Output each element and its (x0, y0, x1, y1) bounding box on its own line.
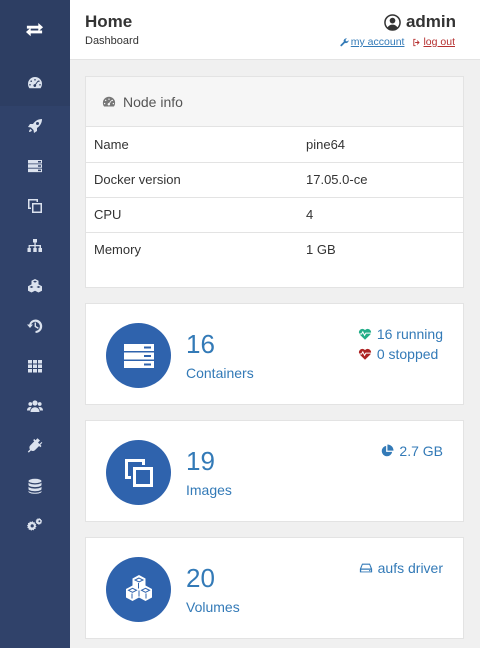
running-status: 16 running (358, 324, 443, 344)
user-circle-icon (384, 13, 401, 31)
containers-label: Containers (186, 365, 254, 381)
sidebar-item-plug[interactable] (0, 426, 70, 466)
volumes-count: 20 (186, 563, 215, 593)
table-row: Docker version 17.05.0-ce (86, 162, 463, 198)
row-label: CPU (86, 197, 306, 233)
user-links: my account log out (340, 36, 455, 48)
node-info-table: Name pine64 Docker version 17.05.0-ce CP… (86, 127, 463, 267)
row-label: Docker version (86, 162, 306, 198)
clone-icon (124, 458, 153, 487)
stopped-status: 0 stopped (358, 344, 443, 364)
containers-status: 16 running 0 stopped (358, 324, 443, 364)
row-value: pine64 (306, 127, 463, 163)
node-info-header: Node info (86, 77, 463, 127)
heartbeat-icon (358, 328, 371, 340)
node-info-title: Node info (123, 93, 183, 110)
dashboard-icon (28, 77, 42, 89)
sidebar-item-history[interactable] (0, 306, 70, 346)
grid-icon (28, 360, 42, 373)
images-label: Images (186, 482, 232, 498)
sidebar-item-database[interactable] (0, 466, 70, 506)
sidebar (0, 0, 70, 648)
my-account-link[interactable]: my account (340, 36, 405, 48)
sidebar-item-users[interactable] (0, 386, 70, 426)
log-out-link[interactable]: log out (412, 36, 455, 48)
server-icon (123, 343, 154, 368)
row-label: Memory (94, 242, 141, 258)
plug-icon (27, 438, 43, 453)
images-size-value: 2.7 GB (399, 443, 443, 459)
sidebar-item-server[interactable] (0, 146, 70, 186)
sidebar-item-cogs[interactable] (0, 506, 70, 546)
page-title: Home (85, 12, 133, 31)
brand-toggle[interactable] (0, 0, 70, 60)
sidebar-item-clone[interactable] (0, 186, 70, 226)
images-size: 2.7 GB (380, 441, 443, 461)
stopped-count: 0 stopped (376, 346, 439, 362)
containers-widget[interactable]: 16 Containers 16 running 0 stopped (85, 303, 464, 405)
running-count: 16 running (376, 326, 443, 342)
table-row: CPU 4 (86, 197, 463, 233)
cogs-icon (27, 518, 43, 531)
volumes-driver: aufs driver (359, 558, 443, 578)
user-box: admin (384, 12, 456, 32)
rocket-icon (28, 119, 42, 133)
clone-icon (28, 199, 42, 213)
size-line: 2.7 GB (380, 441, 443, 461)
containers-circle (106, 323, 171, 388)
volumes-widget[interactable]: 20 Volumes aufs driver (85, 537, 464, 639)
table-row: Memory 1 GB (86, 232, 463, 267)
hdd-icon (359, 563, 372, 573)
top-header: Home Dashboard admin my account log out (70, 0, 480, 60)
pie-chart-icon (382, 444, 394, 457)
row-value: 17.05.0-ce (306, 162, 463, 198)
sidebar-item-cubes[interactable] (0, 266, 70, 306)
sidebar-item-sitemap[interactable] (0, 226, 70, 266)
wrench-icon (340, 37, 349, 46)
breadcrumb: Dashboard (85, 35, 139, 47)
row-value: 4 (306, 197, 463, 233)
images-count: 19 (186, 446, 215, 476)
server-icon (28, 160, 42, 173)
sidebar-item-grid[interactable] (0, 346, 70, 386)
volumes-label: Volumes (186, 599, 240, 615)
users-icon (27, 400, 43, 412)
cubes-icon (125, 574, 152, 601)
my-account-label: my account (350, 36, 405, 48)
images-widget[interactable]: 19 Images 2.7 GB (85, 420, 464, 522)
driver-line: aufs driver (359, 558, 443, 578)
sidebar-item-rocket[interactable] (0, 106, 70, 146)
node-info-widget: Node info Name pine64 Docker version 17.… (85, 76, 464, 288)
row-value: 1 GB (306, 242, 336, 258)
table-row: Name pine64 (86, 127, 463, 163)
log-out-label: log out (423, 36, 455, 48)
username: admin (405, 12, 456, 31)
images-circle (106, 440, 171, 505)
containers-count: 16 (186, 329, 215, 359)
sidebar-item-dashboard[interactable] (0, 60, 70, 106)
database-icon (28, 478, 42, 494)
history-icon (27, 319, 43, 333)
heartbeat-icon (358, 348, 371, 360)
tachometer-icon (102, 96, 116, 107)
sitemap-icon (27, 239, 42, 252)
sign-out-icon (413, 38, 421, 46)
exchange-icon (25, 22, 44, 37)
volumes-circle (106, 557, 171, 622)
row-label: Name (86, 127, 306, 163)
cubes-icon (28, 279, 42, 293)
volumes-driver-value: aufs driver (377, 560, 443, 576)
